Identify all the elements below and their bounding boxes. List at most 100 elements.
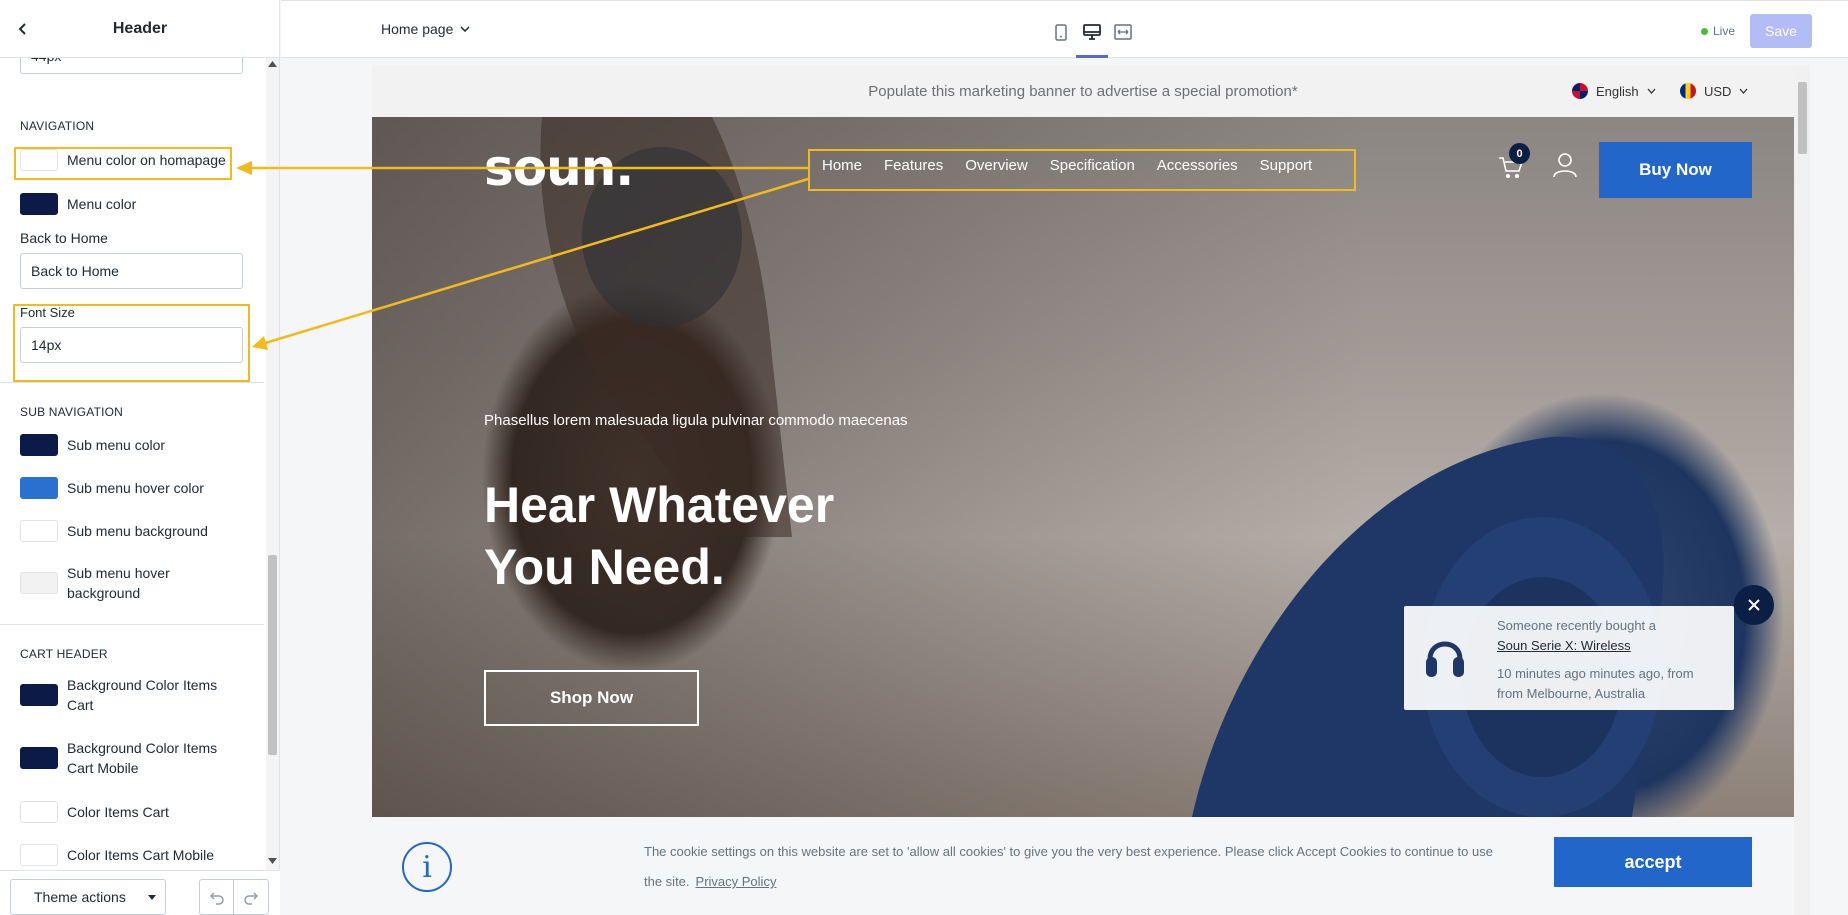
color-items-cart-mobile-swatch[interactable] (20, 844, 58, 866)
sub-menu-color-label: Sub menu color (67, 437, 166, 453)
sub-menu-hover-background-label: Sub menu hover background (67, 565, 170, 601)
sub-menu-background-swatch[interactable] (20, 520, 58, 542)
sub-menu-color-setting[interactable]: Sub menu color (20, 434, 165, 456)
nav-item-specification[interactable]: Specification (1050, 157, 1135, 174)
close-icon[interactable] (1734, 585, 1774, 625)
sub-menu-hover-background-setting[interactable]: Sub menu hover background (20, 563, 170, 603)
redo-icon[interactable] (234, 880, 268, 914)
fullwidth-icon[interactable] (1112, 21, 1134, 43)
live-status: Live (1701, 24, 1735, 38)
menu-color-swatch[interactable] (20, 193, 58, 215)
sub-navigation-section-title: SUB NAVIGATION (20, 405, 124, 419)
bg-color-items-cart-setting[interactable]: Background Color Items Cart (20, 675, 217, 715)
font-size-label: Font Size (20, 305, 75, 320)
scroll-down-icon[interactable] (268, 858, 277, 864)
undo-icon[interactable] (200, 880, 235, 914)
language-label: English (1596, 83, 1639, 99)
bg-color-items-cart-mobile-label: Background Color Items Cart Mobile (67, 740, 218, 776)
hero-section: soun. Home Features Overview Specificati… (372, 117, 1794, 817)
uk-flag-icon (1572, 83, 1588, 99)
back-to-home-label: Back to Home (20, 230, 108, 246)
nav-item-support[interactable]: Support (1260, 157, 1313, 174)
nav-item-accessories[interactable]: Accessories (1157, 157, 1238, 174)
nav-item-home[interactable]: Home (822, 157, 862, 174)
color-items-cart-setting[interactable]: Color Items Cart (20, 801, 169, 823)
nav-item-overview[interactable]: Overview (965, 157, 1028, 174)
color-items-cart-swatch[interactable] (20, 801, 58, 823)
main-navigation: Home Features Overview Specification Acc… (822, 157, 1312, 174)
undo-redo-group (199, 879, 269, 915)
cart-count-badge: 0 (1509, 143, 1530, 164)
hero-subtitle: Phasellus lorem malesuada ligula pulvina… (484, 412, 908, 429)
currency-flag-icon (1680, 83, 1696, 99)
menu-color-homepage-swatch[interactable] (20, 149, 58, 171)
menu-color-label: Menu color (67, 196, 137, 212)
bg-color-items-cart-mobile-swatch[interactable] (20, 747, 58, 769)
header-height-input[interactable]: 44px (20, 58, 243, 74)
nav-item-features[interactable]: Features (884, 157, 943, 174)
page-selector[interactable]: Home page (381, 21, 470, 37)
notification-product-link[interactable]: Soun Serie X: Wireless (1497, 638, 1631, 653)
menu-color-setting[interactable]: Menu color (20, 193, 136, 215)
theme-actions-button[interactable]: Theme actions (10, 879, 166, 915)
sub-menu-color-swatch[interactable] (20, 434, 58, 456)
theme-editor: Header 44px NAVIGATION Menu color on hom… (0, 0, 1848, 915)
chevron-down-icon (460, 26, 470, 32)
bg-color-items-cart-swatch[interactable] (20, 684, 58, 706)
cart-header-section-title: CART HEADER (20, 647, 108, 661)
sidebar-scroll-area: 44px NAVIGATION Menu color on homapage M… (0, 58, 280, 870)
sidebar-header: Header (0, 0, 280, 58)
active-device-indicator (1076, 55, 1108, 58)
color-items-cart-mobile-setting[interactable]: Color Items Cart Mobile (20, 844, 214, 866)
info-icon: i (402, 842, 452, 892)
bg-color-items-cart-label: Background Color Items Cart (67, 677, 218, 713)
back-arrow-icon[interactable] (12, 18, 34, 40)
sidebar-scrollbar-thumb[interactable] (268, 555, 277, 755)
announcement-banner: Populate this marketing banner to advert… (372, 65, 1794, 117)
sidebar-title: Header (112, 19, 168, 37)
sub-menu-background-setting[interactable]: Sub menu background (20, 520, 208, 542)
sub-menu-hover-color-setting[interactable]: Sub menu hover color (20, 477, 204, 499)
back-to-home-input[interactable]: Back to Home (20, 253, 243, 289)
sub-menu-hover-background-swatch[interactable] (20, 572, 58, 594)
cookie-text: The cookie settings on this website are … (644, 844, 1493, 889)
shop-now-button[interactable]: Shop Now (484, 670, 699, 726)
live-label: Live (1713, 24, 1736, 38)
menu-color-homepage-label: Menu color on homapage (67, 152, 226, 168)
theme-actions-label: Theme actions (34, 889, 126, 905)
sub-menu-hover-color-swatch[interactable] (20, 477, 58, 499)
navigation-section-title: NAVIGATION (20, 119, 95, 133)
currency-selector[interactable]: USD (1680, 83, 1748, 99)
caret-down-icon (147, 894, 156, 900)
color-items-cart-mobile-label: Color Items Cart Mobile (67, 847, 215, 863)
sub-menu-hover-color-label: Sub menu hover color (67, 480, 204, 496)
user-icon[interactable] (1552, 151, 1578, 179)
save-button[interactable]: Save (1750, 14, 1812, 48)
hero-title: Hear Whatever You Need. (484, 477, 835, 595)
desktop-icon[interactable] (1081, 21, 1103, 43)
headphones-image (1192, 436, 1664, 817)
section-divider (0, 382, 264, 383)
notification-text: Someone recently bought a (1497, 618, 1656, 633)
sales-notification[interactable]: Someone recently bought a Soun Serie X: … (1404, 606, 1734, 710)
site-logo[interactable]: soun. (484, 139, 634, 197)
buy-now-button[interactable]: Buy Now (1599, 142, 1752, 198)
font-size-input[interactable]: 14px (20, 327, 243, 363)
preview-scrollbar-thumb[interactable] (1798, 82, 1807, 154)
menu-color-homepage-setting[interactable]: Menu color on homapage (20, 149, 226, 171)
currency-label: USD (1704, 83, 1732, 99)
settings-sidebar: Header 44px NAVIGATION Menu color on hom… (0, 0, 280, 915)
mobile-icon[interactable] (1050, 21, 1072, 43)
chevron-down-icon (1739, 88, 1748, 94)
language-selector[interactable]: English (1572, 83, 1656, 99)
cookie-bar: i The cookie settings on this website ar… (372, 817, 1794, 915)
notification-time: 10 minutes ago minutes ago, from from Me… (1497, 666, 1694, 701)
bg-color-items-cart-mobile-setting[interactable]: Background Color Items Cart Mobile (20, 738, 217, 778)
chevron-down-icon (1647, 88, 1656, 94)
section-divider (0, 624, 264, 625)
preview-scrollbar[interactable] (1794, 65, 1810, 915)
privacy-policy-link[interactable]: Privacy Policy (696, 874, 777, 889)
scroll-up-icon[interactable] (268, 61, 277, 67)
editor-topbar: Home page Live Save (281, 0, 1848, 58)
accept-cookies-button[interactable]: accept (1554, 837, 1752, 887)
